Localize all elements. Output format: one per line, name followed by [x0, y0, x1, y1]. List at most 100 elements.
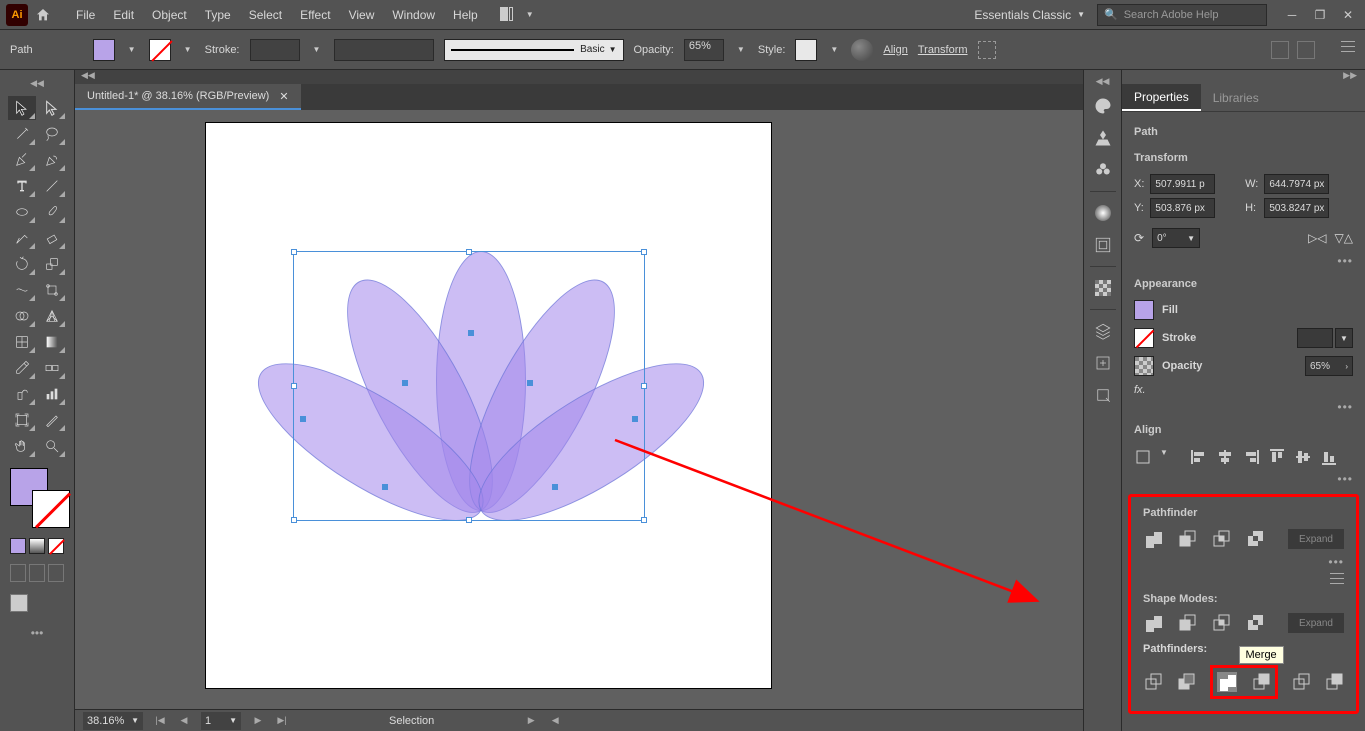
- close-document-icon[interactable]: ✕: [279, 90, 288, 103]
- prev-artboard[interactable]: ◀: [177, 714, 191, 728]
- y-input[interactable]: [1150, 198, 1215, 218]
- draw-normal[interactable]: [10, 564, 26, 582]
- arrange-documents-icon[interactable]: [500, 7, 520, 23]
- sm-unite-icon[interactable]: [1143, 613, 1163, 633]
- appearance-stroke-swatch[interactable]: [1134, 328, 1154, 348]
- minus-front-icon[interactable]: [1177, 529, 1197, 549]
- artboard-tool[interactable]: [8, 408, 36, 432]
- stroke-weight-field[interactable]: [1297, 328, 1333, 348]
- screen-mode[interactable]: [10, 594, 28, 612]
- rotate-tool[interactable]: [8, 252, 36, 276]
- color-panel-icon[interactable]: [1090, 93, 1116, 119]
- doc-expand[interactable]: ◀◀: [75, 70, 1083, 84]
- draw-inside[interactable]: [48, 564, 64, 582]
- lasso-tool[interactable]: [38, 122, 66, 146]
- fill-color-swatch[interactable]: [93, 39, 115, 61]
- align-to-icon[interactable]: [1134, 448, 1152, 466]
- align-top-icon[interactable]: [1268, 448, 1286, 466]
- snap-options-icon[interactable]: [1297, 41, 1315, 59]
- first-artboard[interactable]: |◀: [153, 714, 167, 728]
- panel-collapse[interactable]: ▶▶: [1122, 70, 1365, 84]
- appearance-opacity-swatch[interactable]: [1134, 356, 1154, 376]
- color-guide-panel-icon[interactable]: [1090, 125, 1116, 151]
- fx-label[interactable]: fx.: [1134, 384, 1146, 396]
- hand-tool[interactable]: [8, 434, 36, 458]
- symbol-sprayer-tool[interactable]: [8, 382, 36, 406]
- flip-h-icon[interactable]: ▷◁: [1308, 231, 1326, 245]
- shape-builder-tool[interactable]: [8, 304, 36, 328]
- sm-expand-button[interactable]: Expand: [1288, 613, 1344, 633]
- align-vcenter-icon[interactable]: [1294, 448, 1312, 466]
- last-artboard[interactable]: ▶|: [275, 714, 289, 728]
- artboard-nav[interactable]: 1▼: [201, 712, 241, 730]
- stroke-weight-dd[interactable]: ▼: [1335, 328, 1353, 348]
- gradient-tool[interactable]: [38, 330, 66, 354]
- swatches-club-icon[interactable]: [1090, 157, 1116, 183]
- column-graph-tool[interactable]: [38, 382, 66, 406]
- transparency-panel-icon[interactable]: [1090, 275, 1116, 301]
- none-mode[interactable]: [48, 538, 64, 554]
- divide-icon[interactable]: [1143, 672, 1162, 692]
- transform-label[interactable]: Transform: [918, 44, 968, 56]
- gradient-mode[interactable]: [29, 538, 45, 554]
- minimize-button[interactable]: ─: [1281, 7, 1303, 23]
- line-segment-tool[interactable]: [38, 174, 66, 198]
- selection-bounding-box[interactable]: [293, 251, 645, 521]
- workspace-switcher[interactable]: Essentials Classic ▼: [966, 5, 1093, 25]
- shaper-tool[interactable]: [8, 226, 36, 250]
- align-left-icon[interactable]: [1190, 448, 1208, 466]
- fill-stroke-swatches[interactable]: [10, 468, 64, 528]
- width-tool[interactable]: [8, 278, 36, 302]
- asset-export-icon[interactable]: [1090, 350, 1116, 376]
- flip-v-icon[interactable]: ▽△: [1335, 231, 1353, 245]
- align-hcenter-icon[interactable]: [1216, 448, 1234, 466]
- menu-help[interactable]: Help: [445, 4, 486, 26]
- zoom-tool[interactable]: [38, 434, 66, 458]
- menu-object[interactable]: Object: [144, 4, 195, 26]
- menu-edit[interactable]: Edit: [105, 4, 142, 26]
- pathfinder-more[interactable]: •••: [1137, 555, 1350, 573]
- variable-width-profile[interactable]: [334, 39, 434, 61]
- align-right-icon[interactable]: [1242, 448, 1260, 466]
- align-bottom-icon[interactable]: [1320, 448, 1338, 466]
- brush-definition[interactable]: Basic ▼: [444, 39, 624, 61]
- tab-libraries[interactable]: Libraries: [1201, 84, 1271, 111]
- canvas-viewport[interactable]: [75, 110, 1083, 709]
- next-artboard[interactable]: ▶: [251, 714, 265, 728]
- draw-behind[interactable]: [29, 564, 45, 582]
- scroll-left[interactable]: ◀: [548, 714, 562, 728]
- menu-type[interactable]: Type: [197, 4, 239, 26]
- style-dropdown[interactable]: ▼: [827, 39, 841, 61]
- align-label[interactable]: Align: [883, 44, 907, 56]
- pathfinder-menu[interactable]: [1137, 573, 1350, 587]
- fill-dropdown[interactable]: ▼: [125, 39, 139, 61]
- magic-wand-tool[interactable]: [8, 122, 36, 146]
- unite-icon[interactable]: [1143, 529, 1163, 549]
- blend-tool[interactable]: [38, 356, 66, 380]
- rotate-input[interactable]: 0°▼: [1152, 228, 1200, 248]
- stroke-panel-icon[interactable]: [1090, 232, 1116, 258]
- appearance-opacity-input[interactable]: 65%›: [1305, 356, 1353, 376]
- edit-toolbar[interactable]: •••: [0, 618, 74, 640]
- paintbrush-tool[interactable]: [38, 200, 66, 224]
- gradient-panel-icon[interactable]: [1090, 200, 1116, 226]
- panel-menu-icon[interactable]: [1341, 41, 1355, 59]
- search-help-input[interactable]: 🔍 Search Adobe Help: [1097, 4, 1267, 26]
- direct-selection-tool[interactable]: [38, 96, 66, 120]
- tab-properties[interactable]: Properties: [1122, 84, 1201, 111]
- document-tab[interactable]: Untitled-1* @ 38.16% (RGB/Preview) ✕: [75, 84, 301, 110]
- mesh-tool[interactable]: [8, 330, 36, 354]
- scale-tool[interactable]: [38, 252, 66, 276]
- perspective-grid-tool[interactable]: [38, 304, 66, 328]
- appearance-fill-swatch[interactable]: [1134, 300, 1154, 320]
- recolor-icon[interactable]: [851, 39, 873, 61]
- status-expand[interactable]: ▶: [524, 714, 538, 728]
- appearance-more[interactable]: •••: [1122, 400, 1365, 418]
- expand-button[interactable]: Expand: [1288, 529, 1344, 549]
- menu-view[interactable]: View: [341, 4, 383, 26]
- stroke-weight-input[interactable]: [250, 39, 300, 61]
- color-mode[interactable]: [10, 538, 26, 554]
- tools-collapse[interactable]: ◀◀: [0, 78, 74, 92]
- graphic-style-swatch[interactable]: [795, 39, 817, 61]
- eyedropper-tool[interactable]: [8, 356, 36, 380]
